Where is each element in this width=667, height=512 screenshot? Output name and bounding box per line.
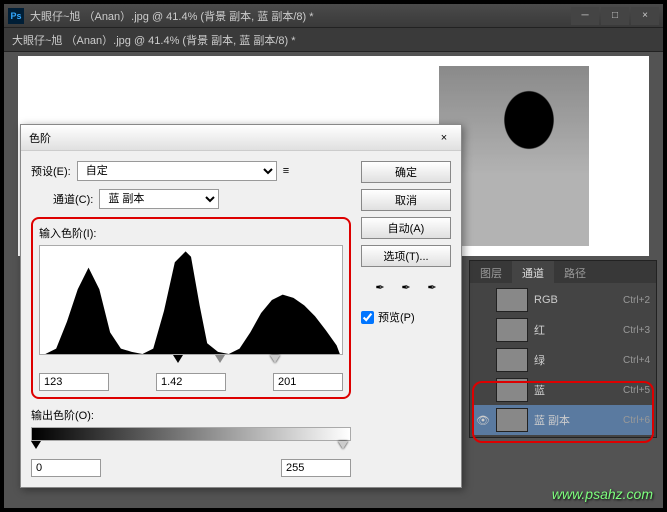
midtone-input[interactable] xyxy=(156,373,226,391)
highlight-input[interactable] xyxy=(273,373,343,391)
tab-label: 大眼仔~旭 （Anan）.jpg @ 41.4% (背景 副本, 蓝 副本/8)… xyxy=(12,32,296,48)
app-title: 大眼仔~旭 （Anan）.jpg @ 41.4% (背景 副本, 蓝 副本/8)… xyxy=(30,8,314,24)
watermark: www.psahz.com xyxy=(552,486,653,502)
channel-rgb[interactable]: RGB Ctrl+2 xyxy=(472,285,654,315)
preview-checkbox[interactable]: 预览(P) xyxy=(361,309,451,325)
output-gradient[interactable] xyxy=(31,427,351,441)
channel-select[interactable]: 蓝 副本 xyxy=(99,189,219,209)
tab-paths[interactable]: 路径 xyxy=(554,261,596,283)
gray-eyedropper-icon[interactable]: ✒ xyxy=(396,277,416,297)
channel-red[interactable]: 红 Ctrl+3 xyxy=(472,315,654,345)
channel-thumb xyxy=(496,288,528,312)
input-sliders[interactable] xyxy=(39,355,343,367)
tab-layers[interactable]: 图层 xyxy=(470,261,512,283)
channel-green[interactable]: 绿 Ctrl+4 xyxy=(472,345,654,375)
levels-dialog: 色阶 × 预设(E): 自定 ≡ 通道(C): 蓝 副本 xyxy=(20,124,462,488)
channel-thumb xyxy=(496,348,528,372)
input-levels-label: 输入色阶(I): xyxy=(39,228,96,240)
channel-blue[interactable]: 蓝 Ctrl+5 xyxy=(472,375,654,405)
ps-icon: Ps xyxy=(8,8,24,24)
channel-list: RGB Ctrl+2 红 Ctrl+3 绿 Ctrl+4 蓝 Ctrl+5 xyxy=(470,283,656,437)
channels-panel: 图层 通道 路径 RGB Ctrl+2 红 Ctrl+3 绿 Ctrl+4 xyxy=(469,260,657,438)
channel-thumb xyxy=(496,408,528,432)
out-highlight-input[interactable] xyxy=(281,459,351,477)
preset-select[interactable]: 自定 xyxy=(77,161,277,181)
out-shadow-slider[interactable] xyxy=(31,441,41,449)
channel-label: 通道(C): xyxy=(53,191,93,207)
output-sliders[interactable] xyxy=(31,441,351,453)
visibility-icon[interactable]: 👁 xyxy=(476,414,490,427)
channel-thumb xyxy=(496,318,528,342)
histogram[interactable] xyxy=(39,245,343,355)
channel-blue-copy[interactable]: 👁 蓝 副本 Ctrl+6 xyxy=(472,405,654,435)
black-eyedropper-icon[interactable]: ✒ xyxy=(370,277,390,297)
dialog-close-icon[interactable]: × xyxy=(435,129,453,147)
shadow-input[interactable] xyxy=(39,373,109,391)
ok-button[interactable]: 确定 xyxy=(361,161,451,183)
out-highlight-slider[interactable] xyxy=(338,441,348,449)
preview-check[interactable] xyxy=(361,311,374,324)
midtone-slider[interactable] xyxy=(215,355,225,363)
output-levels-label: 输出色阶(O): xyxy=(31,410,94,422)
preset-label: 预设(E): xyxy=(31,163,71,179)
minimize-button[interactable]: ─ xyxy=(571,7,599,25)
document-tab[interactable]: 大眼仔~旭 （Anan）.jpg @ 41.4% (背景 副本, 蓝 副本/8)… xyxy=(4,28,663,52)
input-levels-group: 输入色阶(I): xyxy=(31,217,351,399)
options-button[interactable]: 选项(T)... xyxy=(361,245,451,267)
cancel-button[interactable]: 取消 xyxy=(361,189,451,211)
preset-menu-icon[interactable]: ≡ xyxy=(283,165,289,177)
app-titlebar: Ps 大眼仔~旭 （Anan）.jpg @ 41.4% (背景 副本, 蓝 副本… xyxy=(4,4,663,28)
auto-button[interactable]: 自动(A) xyxy=(361,217,451,239)
dialog-title: 色阶 xyxy=(29,130,51,146)
shadow-slider[interactable] xyxy=(173,355,183,363)
tab-channels[interactable]: 通道 xyxy=(512,261,554,283)
channel-thumb xyxy=(496,378,528,402)
highlight-slider[interactable] xyxy=(270,355,280,363)
out-shadow-input[interactable] xyxy=(31,459,101,477)
dialog-titlebar[interactable]: 色阶 × xyxy=(21,125,461,151)
close-button[interactable]: × xyxy=(631,7,659,25)
white-eyedropper-icon[interactable]: ✒ xyxy=(422,277,442,297)
maximize-button[interactable]: □ xyxy=(601,7,629,25)
histogram-svg xyxy=(40,246,342,354)
